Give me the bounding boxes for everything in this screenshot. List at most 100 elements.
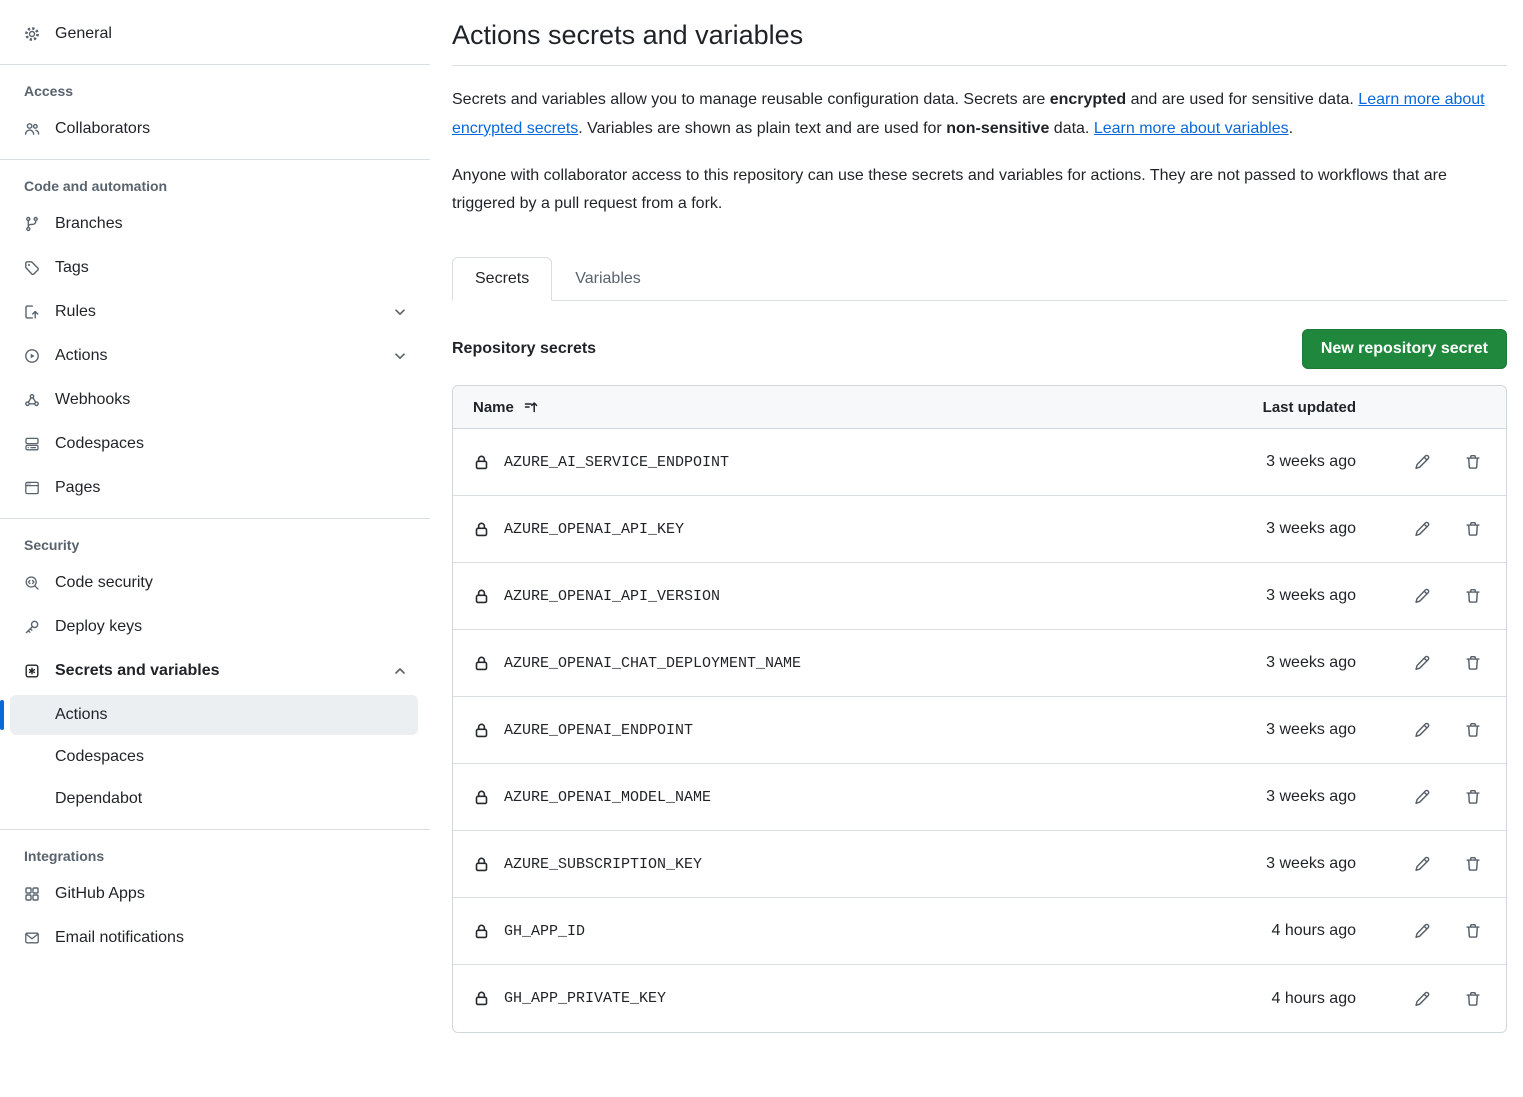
secret-updated: 3 weeks ago bbox=[1196, 453, 1356, 471]
sidebar-item-label: Tags bbox=[55, 259, 89, 277]
table-row: AZURE_OPENAI_API_VERSION 3 weeks ago bbox=[453, 563, 1506, 630]
secret-name: AZURE_AI_SERVICE_ENDPOINT bbox=[504, 454, 729, 471]
row-actions bbox=[1356, 990, 1486, 1008]
table-row: AZURE_SUBSCRIPTION_KEY 3 weeks ago bbox=[453, 831, 1506, 898]
intro-text: data. bbox=[1049, 120, 1093, 137]
divider bbox=[0, 829, 430, 830]
secret-name-cell: AZURE_OPENAI_ENDPOINT bbox=[473, 722, 1196, 739]
sidebar-item-label: Code security bbox=[55, 574, 153, 592]
lock-icon bbox=[473, 722, 490, 739]
sidebar-item-branches[interactable]: Branches bbox=[16, 204, 418, 244]
sidebar-item-label: Actions bbox=[55, 347, 107, 365]
lock-icon bbox=[473, 588, 490, 605]
sidebar-item-label: Webhooks bbox=[55, 391, 130, 409]
delete-secret-button[interactable] bbox=[1464, 520, 1482, 538]
edit-secret-button[interactable] bbox=[1413, 788, 1431, 806]
sidebar-item-label: Pages bbox=[55, 479, 100, 497]
sidebar-item-github-apps[interactable]: GitHub Apps bbox=[16, 874, 418, 914]
webhook-icon bbox=[24, 392, 40, 408]
secret-name: AZURE_OPENAI_CHAT_DEPLOYMENT_NAME bbox=[504, 655, 801, 672]
secrets-variables-tabnav: Secrets Variables bbox=[452, 257, 1507, 301]
edit-secret-button[interactable] bbox=[1413, 855, 1431, 873]
edit-secret-button[interactable] bbox=[1413, 520, 1431, 538]
lock-icon bbox=[473, 521, 490, 538]
row-actions bbox=[1356, 453, 1486, 471]
edit-secret-button[interactable] bbox=[1413, 587, 1431, 605]
table-row: GH_APP_PRIVATE_KEY 4 hours ago bbox=[453, 965, 1506, 1032]
sidebar-item-label: Actions bbox=[55, 706, 107, 724]
sidebar-item-tags[interactable]: Tags bbox=[16, 248, 418, 288]
sidebar-item-email-notifications[interactable]: Email notifications bbox=[16, 918, 418, 958]
sidebar-item-webhooks[interactable]: Webhooks bbox=[16, 380, 418, 420]
delete-secret-button[interactable] bbox=[1464, 654, 1482, 672]
sidebar-subitem-actions[interactable]: Actions bbox=[10, 695, 418, 735]
intro-text: Secrets and variables allow you to manag… bbox=[452, 91, 1050, 108]
secret-name-cell: AZURE_SUBSCRIPTION_KEY bbox=[473, 856, 1196, 873]
sidebar-item-label: Collaborators bbox=[55, 120, 150, 138]
row-actions bbox=[1356, 587, 1486, 605]
row-actions bbox=[1356, 922, 1486, 940]
divider bbox=[0, 159, 430, 160]
sidebar-item-label: Deploy keys bbox=[55, 618, 142, 636]
sidebar-item-actions[interactable]: Actions bbox=[16, 336, 418, 376]
section-label-security: Security bbox=[16, 529, 418, 559]
delete-secret-button[interactable] bbox=[1464, 587, 1482, 605]
delete-secret-button[interactable] bbox=[1464, 721, 1482, 739]
tab-variables[interactable]: Variables bbox=[552, 257, 664, 301]
lock-icon bbox=[473, 990, 490, 1007]
secrets-table-header: Name Last updated bbox=[453, 386, 1506, 429]
sidebar-item-pages[interactable]: Pages bbox=[16, 468, 418, 508]
sidebar-item-label: Dependabot bbox=[55, 790, 142, 808]
people-icon bbox=[24, 121, 40, 137]
mail-icon bbox=[24, 930, 40, 946]
chevron-up-icon bbox=[392, 663, 408, 679]
section-label-access: Access bbox=[16, 75, 418, 105]
secret-updated: 4 hours ago bbox=[1196, 990, 1356, 1008]
sidebar-item-label: Codespaces bbox=[55, 435, 144, 453]
edit-secret-button[interactable] bbox=[1413, 922, 1431, 940]
sidebar-item-rules[interactable]: Rules bbox=[16, 292, 418, 332]
row-actions bbox=[1356, 520, 1486, 538]
sidebar-item-codespaces[interactable]: Codespaces bbox=[16, 424, 418, 464]
secret-updated: 3 weeks ago bbox=[1196, 587, 1356, 605]
sidebar-item-general[interactable]: General bbox=[16, 14, 418, 54]
tab-secrets[interactable]: Secrets bbox=[452, 257, 552, 301]
edit-secret-button[interactable] bbox=[1413, 453, 1431, 471]
intro-text: . Variables are shown as plain text and … bbox=[578, 120, 946, 137]
secret-name-cell: AZURE_OPENAI_API_KEY bbox=[473, 521, 1196, 538]
delete-secret-button[interactable] bbox=[1464, 922, 1482, 940]
delete-secret-button[interactable] bbox=[1464, 990, 1482, 1008]
lock-icon bbox=[473, 923, 490, 940]
sidebar-item-collaborators[interactable]: Collaborators bbox=[16, 109, 418, 149]
new-repository-secret-button[interactable]: New repository secret bbox=[1302, 329, 1507, 369]
apps-grid-icon bbox=[24, 886, 40, 902]
sidebar-item-label: Codespaces bbox=[55, 748, 144, 766]
lock-icon bbox=[473, 856, 490, 873]
sidebar-item-code-security[interactable]: Code security bbox=[16, 563, 418, 603]
edit-secret-button[interactable] bbox=[1413, 721, 1431, 739]
divider bbox=[0, 64, 430, 65]
secret-name-cell: AZURE_OPENAI_API_VERSION bbox=[473, 588, 1196, 605]
divider bbox=[0, 518, 430, 519]
table-row: AZURE_OPENAI_ENDPOINT 3 weeks ago bbox=[453, 697, 1506, 764]
sidebar-item-deploy-keys[interactable]: Deploy keys bbox=[16, 607, 418, 647]
lock-icon bbox=[473, 655, 490, 672]
sort-ascending-icon[interactable] bbox=[523, 399, 539, 415]
edit-secret-button[interactable] bbox=[1413, 654, 1431, 672]
spacer bbox=[392, 260, 408, 276]
row-actions bbox=[1356, 654, 1486, 672]
delete-secret-button[interactable] bbox=[1464, 453, 1482, 471]
delete-secret-button[interactable] bbox=[1464, 855, 1482, 873]
last-updated-column-header: Last updated bbox=[1196, 399, 1356, 416]
sidebar-item-secrets-and-variables[interactable]: Secrets and variables bbox=[16, 651, 418, 691]
edit-secret-button[interactable] bbox=[1413, 990, 1431, 1008]
sidebar-subitem-codespaces[interactable]: Codespaces bbox=[10, 737, 418, 777]
link-learn-variables[interactable]: Learn more about variables bbox=[1094, 120, 1289, 137]
repository-secrets-heading: Repository secrets bbox=[452, 340, 596, 358]
settings-page: General Access Collaborators Code and au… bbox=[0, 0, 1523, 1033]
secret-name: AZURE_OPENAI_MODEL_NAME bbox=[504, 789, 711, 806]
delete-secret-button[interactable] bbox=[1464, 788, 1482, 806]
secret-updated: 3 weeks ago bbox=[1196, 721, 1356, 739]
sidebar-subitem-dependabot[interactable]: Dependabot bbox=[10, 779, 418, 819]
intro-text: and are used for sensitive data. bbox=[1126, 91, 1358, 108]
